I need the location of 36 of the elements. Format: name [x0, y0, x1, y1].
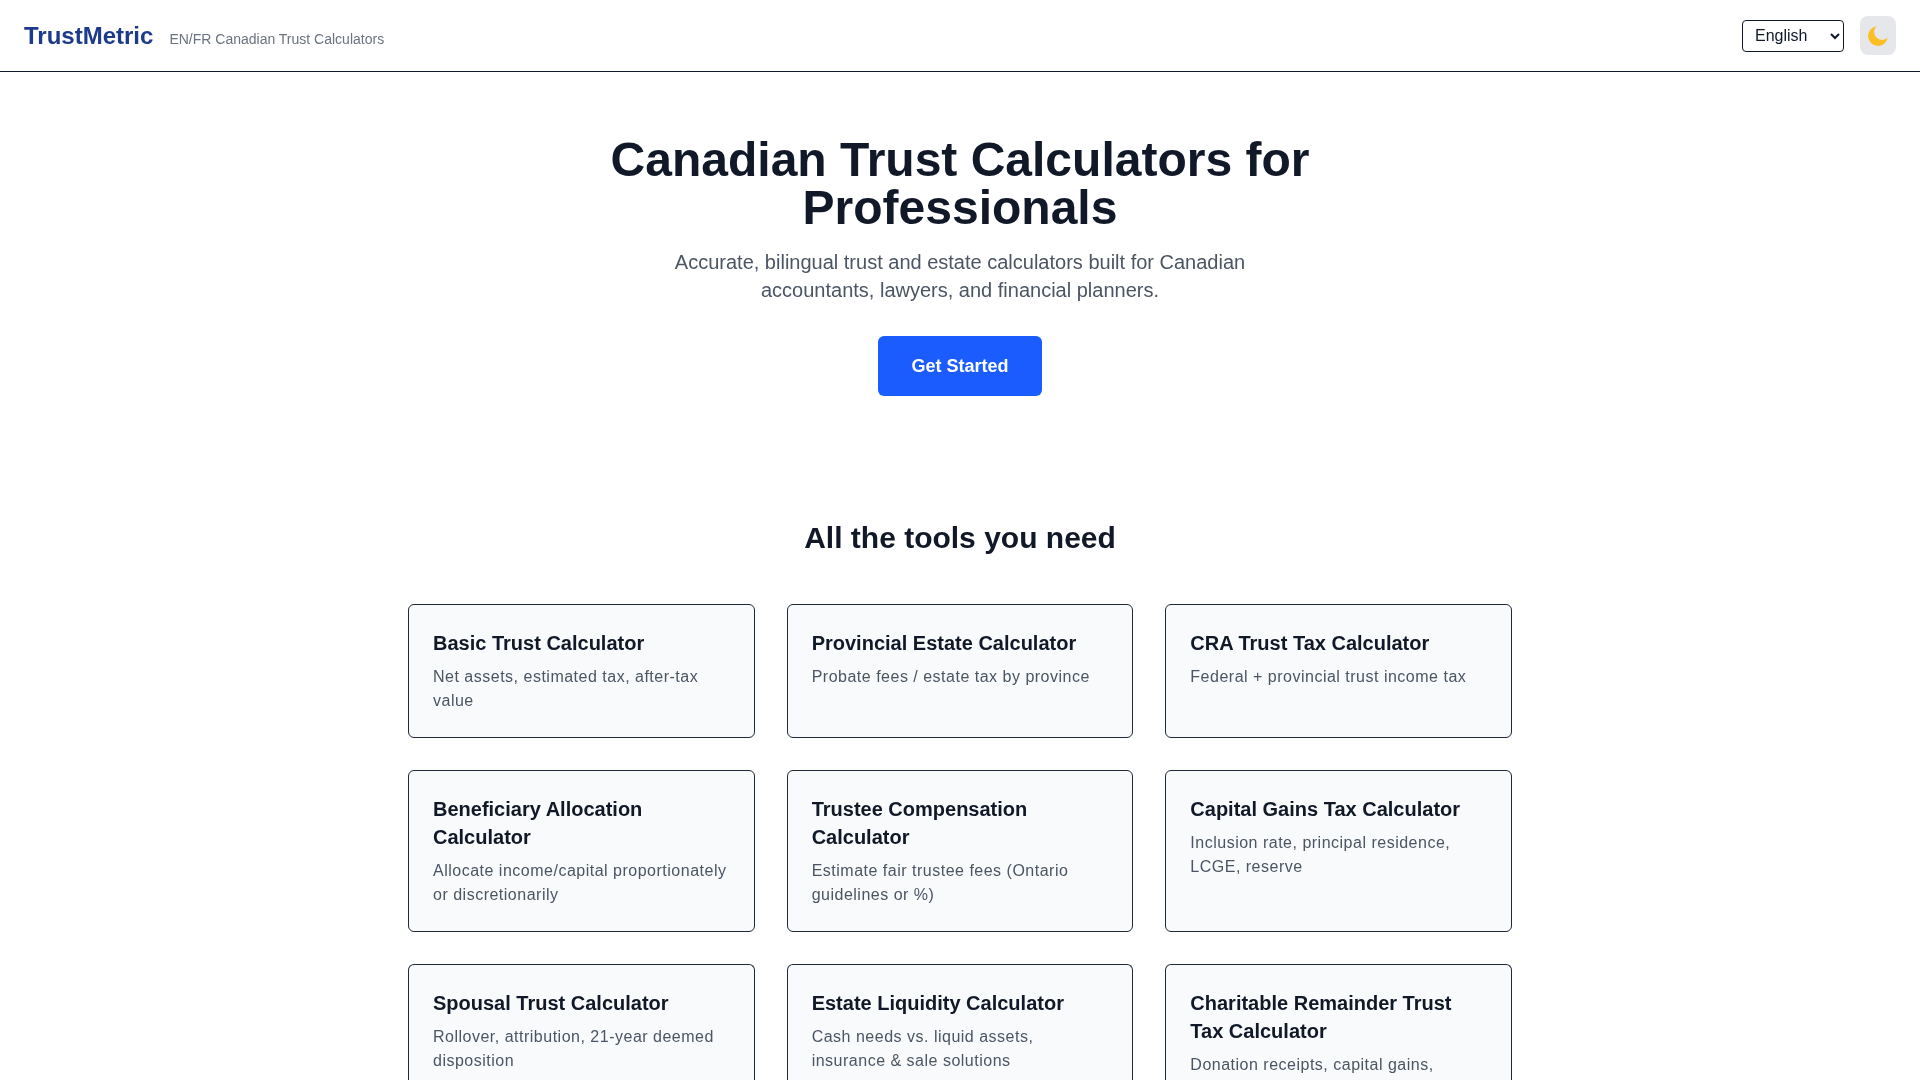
card-description: Inclusion rate, principal residence, LCGE, reserve	[1190, 833, 1452, 877]
theme-toggle-button[interactable]	[1860, 16, 1896, 55]
card-description: Rollover, attribution, 21-year deemed disposition	[433, 1027, 715, 1071]
calculator-card[interactable]: Provincial Estate Calculator Probate fees / estate tax by province	[786, 604, 1134, 738]
calculator-card[interactable]: Basic Trust Calculator Net assets, estimated tax, after-tax value	[408, 604, 755, 738]
calculator-card[interactable]: CRA Trust Tax Calculator Federal + provincial trust income tax	[1165, 604, 1512, 738]
site-tagline: EN/FR Canadian Trust Calculators	[169, 30, 385, 47]
hero-subtitle: Accurate, bilingual trust and estate calculators built for Canadian accountants, lawyers, and financial planners.	[673, 250, 1247, 303]
card-title: Capital Gains Tax Calculator	[1190, 797, 1462, 822]
card-title: Trustee Compensation Calculator	[811, 797, 1029, 850]
card-title: Beneficiary Allocation Calculator	[433, 797, 644, 850]
calculator-card[interactable]: Trustee Compensation Calculator Estimate fair trustee fees (Ontario guidelines or %)	[786, 770, 1134, 932]
card-title: Provincial Estate Calculator	[811, 631, 1078, 656]
card-description: Estimate fair trustee fees (Ontario guidelines or %)	[811, 861, 1070, 905]
calculator-card[interactable]: Spousal Trust Calculator Rollover, attribution, 21-year deemed disposition	[408, 964, 755, 1080]
calculator-card[interactable]: Charitable Remainder Trust Tax Calculator Donation receipts, capital gains,	[1165, 964, 1512, 1080]
card-title: Spousal Trust Calculator	[433, 991, 670, 1016]
card-title: Estate Liquidity Calculator	[811, 991, 1065, 1016]
hero-title: Canadian Trust Calculators for Professionals	[609, 136, 1311, 232]
card-description: Probate fees / estate tax by province	[811, 667, 1091, 687]
card-title: Charitable Remainder Trust Tax Calculator	[1190, 991, 1453, 1044]
get-started-button[interactable]: Get Started	[878, 336, 1042, 396]
moon-icon	[1868, 25, 1888, 46]
calculator-card[interactable]: Estate Liquidity Calculator Cash needs vs. liquid assets, insurance & sale solutions	[786, 964, 1134, 1080]
card-description: Allocate income/capital proportionately or discretionarily	[433, 861, 728, 905]
language-select[interactable]: English	[1742, 19, 1844, 52]
card-description: Net assets, estimated tax, after-tax value	[433, 667, 700, 711]
card-title: Basic Trust Calculator	[433, 631, 646, 656]
site-logo[interactable]: TrustMetric	[24, 21, 154, 50]
calculator-card[interactable]: Capital Gains Tax Calculator Inclusion rate, principal residence, LCGE, reserve	[1165, 770, 1512, 932]
card-description: Federal + provincial trust income tax	[1190, 667, 1468, 687]
card-description: Cash needs vs. liquid assets, insurance & sale solutions	[811, 1027, 1035, 1071]
card-title: CRA Trust Tax Calculator	[1190, 631, 1431, 656]
calculator-card[interactable]: Beneficiary Allocation Calculator Allocate income/capital proportionately or discretionarily	[408, 770, 755, 932]
card-description: Donation receipts, capital gains,	[1190, 1055, 1435, 1075]
section-heading: All the tools you need	[803, 520, 1117, 556]
